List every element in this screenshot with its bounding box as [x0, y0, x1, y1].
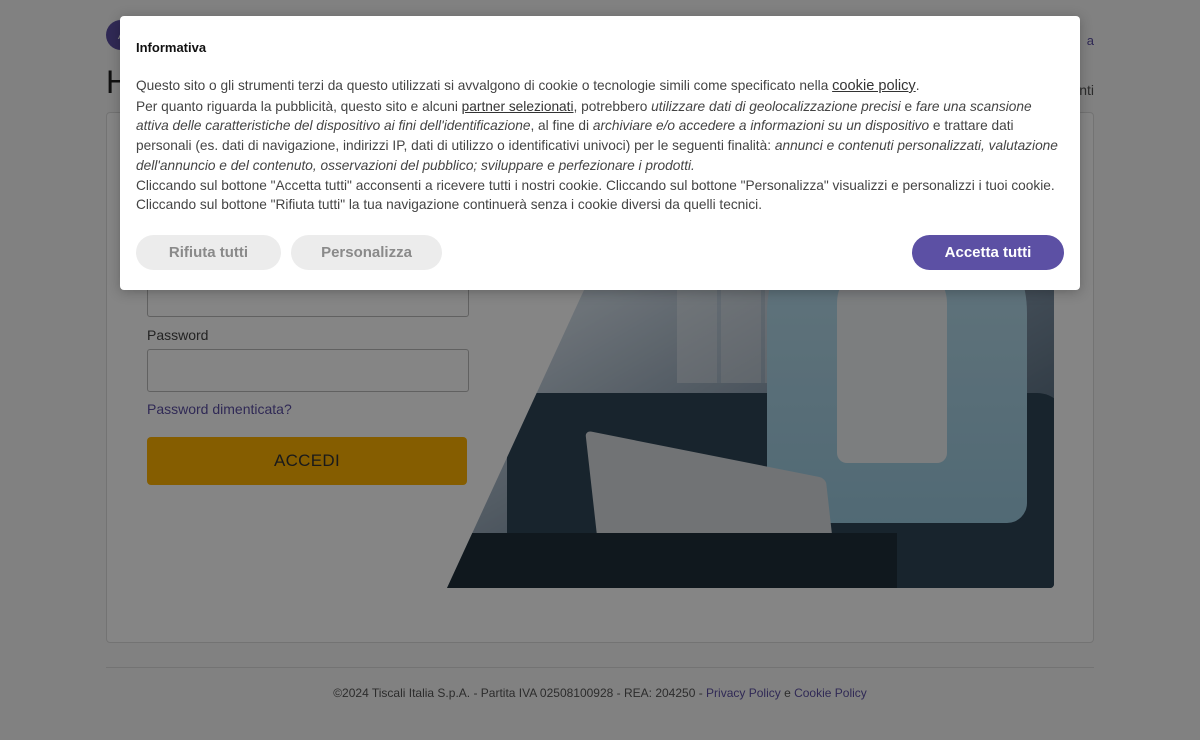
intro-text: Questo sito o gli strumenti terzi da que…: [136, 78, 833, 93]
selected-partners-link[interactable]: partner selezionati: [462, 99, 574, 114]
ads-geolocation: utilizzare dati di geolocalizzazione pre…: [651, 98, 901, 114]
ads-storage: archiviare e/o accedere a informazioni s…: [592, 118, 930, 134]
ads-text-b: , potrebbero: [573, 98, 652, 114]
accept-all-button[interactable]: Accetta tutti: [912, 235, 1064, 270]
intro-paragraph: Questo sito o gli strumenti terzi da que…: [136, 76, 1064, 97]
ads-text-a: Per quanto riguarda la pubblicità, quest…: [136, 98, 462, 114]
reject-all-button[interactable]: Rifiuta tutti: [136, 235, 281, 270]
intro-end: .: [915, 78, 920, 93]
customize-button[interactable]: Personalizza: [291, 235, 442, 270]
cookie-policy-link[interactable]: cookie policy: [832, 78, 916, 94]
dialog-body: Questo sito o gli strumenti terzi da que…: [136, 76, 1064, 215]
ads-text-d: , al fine di: [530, 118, 593, 134]
consent-paragraph: Cliccando sul bottone "Accetta tutti" ac…: [136, 177, 1055, 213]
ads-text-c: e: [900, 98, 916, 114]
dialog-title: Informativa: [136, 40, 207, 55]
advertising-paragraph: Per quanto riguarda la pubblicità, quest…: [136, 97, 1064, 176]
cookie-consent-dialog: Informativa Questo sito o gli strumenti …: [120, 16, 1080, 290]
